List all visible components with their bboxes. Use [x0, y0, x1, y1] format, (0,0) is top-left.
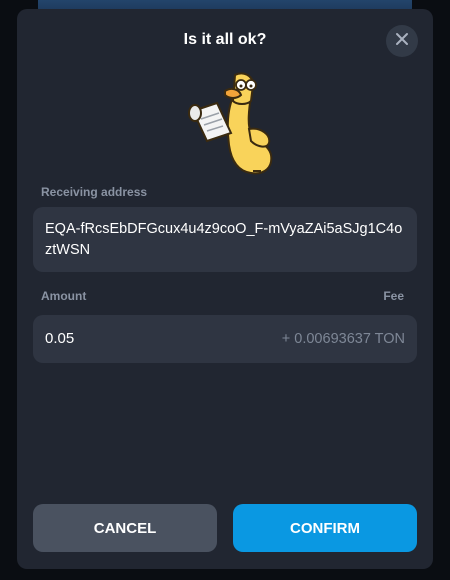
confirm-button-label: CONFIRM: [290, 519, 360, 537]
dialog-title: Is it all ok?: [183, 31, 267, 48]
confirm-button[interactable]: CONFIRM: [233, 504, 417, 552]
fee-value: + 0.00693637 TON: [281, 331, 405, 347]
close-icon: [395, 32, 409, 51]
amount-label: Amount: [41, 289, 87, 303]
amount-field[interactable]: 0.05 + 0.00693637 TON: [33, 315, 417, 363]
cancel-button[interactable]: CANCEL: [33, 504, 217, 552]
confirm-transaction-dialog: Is it all ok? Receiving address EQA-fRcs…: [17, 9, 433, 569]
receiving-address-field[interactable]: EQA-fRcsEbDFGcux4u4z9coO_F-mVyaZAi5aSJg1…: [33, 207, 417, 272]
close-button[interactable]: [386, 25, 418, 57]
amount-value: 0.05: [45, 330, 75, 347]
duck-sticker-icon: [171, 71, 281, 175]
fee-label: Fee: [383, 289, 404, 303]
receiving-address-label: Receiving address: [41, 185, 148, 199]
receiving-address-value: EQA-fRcsEbDFGcux4u4z9coO_F-mVyaZAi5aSJg1…: [45, 221, 403, 258]
cancel-button-label: CANCEL: [93, 519, 157, 537]
